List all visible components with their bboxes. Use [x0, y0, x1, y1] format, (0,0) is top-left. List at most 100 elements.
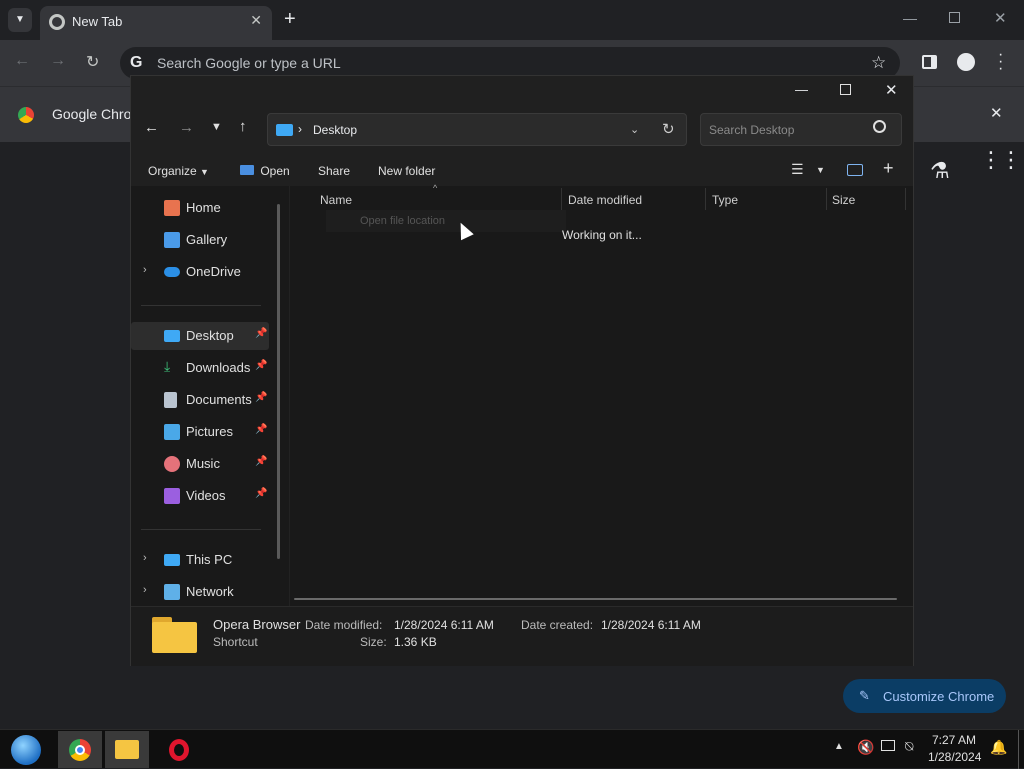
share-button[interactable]: Share — [318, 164, 350, 178]
pin-icon: 📌 — [255, 392, 268, 403]
nav-pictures[interactable]: Pictures 📌 — [131, 418, 269, 446]
google-icon: G — [130, 54, 143, 71]
show-desktop-button[interactable] — [1018, 730, 1024, 769]
column-header-size[interactable]: Size — [832, 186, 855, 212]
pin-icon: 📌 — [255, 360, 268, 371]
omnibox-placeholder: Search Google or type a URL — [157, 55, 341, 71]
chrome-icon — [49, 14, 65, 30]
ghost-context-item: Open file location — [326, 210, 566, 232]
date-created-value: 1/28/2024 6:11 AM — [601, 618, 701, 632]
nav-downloads[interactable]: ⤓ Downloads 📌 — [131, 354, 269, 382]
show-hidden-icons-icon[interactable]: ▲ — [834, 741, 844, 752]
view-list-icon[interactable]: ☰ — [791, 161, 804, 178]
up-arrow-icon[interactable]: ↑ — [239, 118, 247, 135]
explorer-maximize-icon[interactable] — [840, 84, 851, 95]
nav-home[interactable]: Home — [131, 194, 269, 222]
breadcrumb-desktop[interactable]: Desktop — [313, 123, 357, 137]
search-box[interactable]: Search Desktop — [700, 113, 902, 146]
tab-search-button[interactable]: ▼ — [8, 8, 32, 32]
column-header-date-modified[interactable]: Date modified — [568, 186, 642, 212]
apps-grid-icon[interactable]: ⋮⋮⋮ — [980, 149, 1024, 171]
column-header-name[interactable]: Name — [320, 186, 352, 212]
start-button[interactable] — [8, 733, 44, 766]
organize-button[interactable]: Organize ▼ — [148, 164, 209, 178]
nav-downloads-label: Downloads — [186, 360, 251, 375]
column-header-type[interactable]: Type — [712, 186, 738, 212]
pin-icon: 📌 — [255, 488, 268, 499]
more-add-icon[interactable]: + — [883, 158, 894, 179]
file-list-pane: ^ Name Date modified Type Size Open file… — [289, 183, 913, 606]
tab-new-tab[interactable]: New Tab ✕ — [40, 6, 272, 40]
date-modified-label: Date modified: — [305, 618, 383, 632]
date-modified-value: 1/28/2024 6:11 AM — [394, 618, 494, 632]
document-icon — [164, 392, 177, 408]
search-icon[interactable] — [873, 120, 886, 133]
nav-desktop[interactable]: Desktop 📌 — [131, 322, 269, 350]
back-arrow-icon[interactable]: ← — [144, 119, 159, 136]
expand-chevron-icon[interactable]: › — [143, 584, 147, 596]
reload-icon[interactable]: ↻ — [86, 52, 99, 72]
display-icon[interactable] — [881, 740, 895, 751]
open-button[interactable]: Open — [240, 164, 290, 178]
desktop-location-icon — [276, 124, 293, 136]
nav-scrollbar[interactable] — [277, 204, 280, 559]
profile-icon[interactable] — [957, 53, 975, 71]
address-dropdown-icon[interactable]: ⌄ — [630, 123, 639, 136]
explorer-close-icon[interactable]: ✕ — [885, 81, 898, 99]
nav-videos[interactable]: Videos 📌 — [131, 482, 269, 510]
nav-network-label: Network — [186, 584, 234, 599]
new-tab-icon[interactable]: + — [284, 8, 296, 31]
horizontal-scrollbar[interactable] — [294, 598, 897, 600]
nav-music[interactable]: Music 📌 — [131, 450, 269, 478]
taskbar-chrome[interactable] — [58, 731, 102, 768]
customize-chrome-button[interactable]: ✎ Customize Chrome — [843, 679, 1006, 713]
explorer-minimize-icon[interactable]: — — [795, 82, 808, 97]
back-icon[interactable]: ← — [14, 52, 30, 70]
customize-chrome-label: Customize Chrome — [883, 689, 995, 704]
pencil-icon: ✎ — [859, 688, 870, 703]
new-folder-button[interactable]: New folder — [378, 164, 435, 178]
labs-flask-icon[interactable]: ⚗ — [930, 158, 950, 184]
pictures-icon — [164, 424, 180, 440]
bookmark-star-icon[interactable]: ☆ — [871, 53, 886, 73]
nav-pictures-label: Pictures — [186, 424, 233, 439]
nav-this-pc[interactable]: › This PC — [131, 546, 269, 574]
bookmark-bar-close-icon[interactable]: ✕ — [990, 104, 1003, 122]
tab-close-icon[interactable]: ✕ — [250, 12, 262, 29]
clock-date[interactable]: 1/28/2024 — [928, 750, 981, 764]
column-divider — [705, 188, 706, 210]
recent-chevron-icon[interactable]: ▼ — [211, 121, 222, 133]
window-close-icon[interactable]: ✕ — [994, 9, 1007, 27]
side-panel-icon[interactable] — [922, 55, 937, 69]
details-pane-icon[interactable] — [847, 164, 863, 176]
nav-network[interactable]: › Network — [131, 578, 269, 606]
open-icon — [240, 165, 254, 175]
nav-gallery[interactable]: Gallery — [131, 226, 269, 254]
nav-divider — [141, 305, 261, 306]
forward-arrow-icon[interactable]: → — [179, 119, 194, 136]
network-off-icon[interactable]: ⍉ — [905, 738, 913, 755]
sort-indicator-icon: ^ — [433, 183, 438, 193]
pin-icon: 📌 — [255, 424, 268, 435]
nav-onedrive[interactable]: › OneDrive — [131, 258, 269, 286]
download-arrow-icon: ⤓ — [164, 358, 171, 374]
minimize-icon[interactable]: — — [903, 10, 917, 26]
home-icon — [164, 200, 180, 216]
taskbar-opera[interactable] — [157, 731, 201, 768]
sound-muted-icon[interactable]: 🔇 — [857, 739, 874, 756]
nav-documents[interactable]: Documents 📌 — [131, 386, 269, 414]
search-placeholder: Search Desktop — [709, 123, 795, 137]
expand-chevron-icon[interactable]: › — [143, 264, 147, 276]
restore-icon[interactable] — [949, 12, 960, 23]
tab-title: New Tab — [72, 14, 123, 29]
view-chevron-icon[interactable]: ▼ — [816, 165, 825, 175]
clock-time[interactable]: 7:27 AM — [932, 733, 976, 747]
expand-chevron-icon[interactable]: › — [143, 552, 147, 564]
forward-icon[interactable]: → — [50, 52, 66, 70]
menu-icon[interactable]: · · · — [998, 47, 1003, 77]
refresh-icon[interactable]: ↻ — [662, 120, 675, 138]
address-bar[interactable]: › Desktop ⌄ ↻ — [267, 113, 687, 146]
notification-bell-icon[interactable]: 🔔 — [990, 739, 1007, 756]
onedrive-cloud-icon — [164, 267, 180, 277]
taskbar-file-explorer[interactable] — [105, 731, 149, 768]
